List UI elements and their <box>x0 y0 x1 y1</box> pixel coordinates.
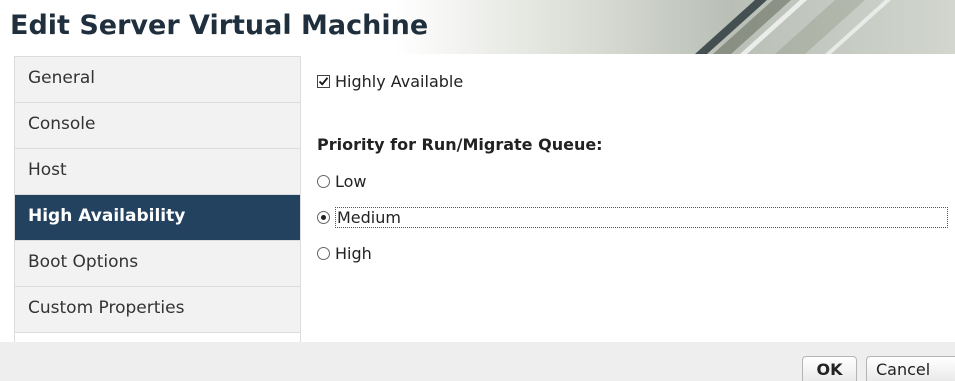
priority-high-radio[interactable] <box>317 247 330 260</box>
dialog-title: Edit Server Virtual Machine <box>10 10 429 41</box>
sidebar-item-host[interactable]: Host <box>15 149 300 195</box>
sidebar-item-custom-properties[interactable]: Custom Properties <box>15 287 300 333</box>
sidebar-item-high-availability[interactable]: High Availability <box>15 195 300 241</box>
sidebar-item-general[interactable]: General <box>15 57 300 103</box>
ok-button[interactable]: OK <box>802 356 857 381</box>
title-bar-decoration <box>395 0 955 54</box>
priority-heading: Priority for Run/Migrate Queue: <box>317 135 603 154</box>
dialog-body: General Console Host High Availability B… <box>0 54 955 343</box>
highly-available-label: Highly Available <box>335 72 464 91</box>
priority-low-radio[interactable] <box>317 175 330 188</box>
priority-option-low[interactable]: Low <box>317 172 367 191</box>
priority-medium-radio[interactable] <box>317 211 330 224</box>
dialog-title-bar: Edit Server Virtual Machine <box>0 0 955 54</box>
sidebar-nav: General Console Host High Availability B… <box>14 56 301 343</box>
sidebar-item-boot-options[interactable]: Boot Options <box>15 241 300 287</box>
edit-vm-dialog: Edit Server Virtual Machine General Cons… <box>0 0 955 381</box>
priority-option-high[interactable]: High <box>317 244 372 263</box>
highly-available-checkbox[interactable] <box>317 75 330 88</box>
sidebar-item-console[interactable]: Console <box>15 103 300 149</box>
priority-medium-label: Medium <box>335 207 948 228</box>
priority-high-label: High <box>335 244 372 263</box>
highly-available-option[interactable]: Highly Available <box>317 72 463 91</box>
cancel-button[interactable]: Cancel <box>866 356 955 381</box>
high-availability-panel: Highly Available Priority for Run/Migrat… <box>300 54 955 342</box>
priority-option-medium[interactable]: Medium <box>317 207 948 228</box>
dialog-footer: OK Cancel <box>0 342 955 381</box>
priority-low-label: Low <box>335 172 367 191</box>
checkmark-icon <box>318 77 329 86</box>
